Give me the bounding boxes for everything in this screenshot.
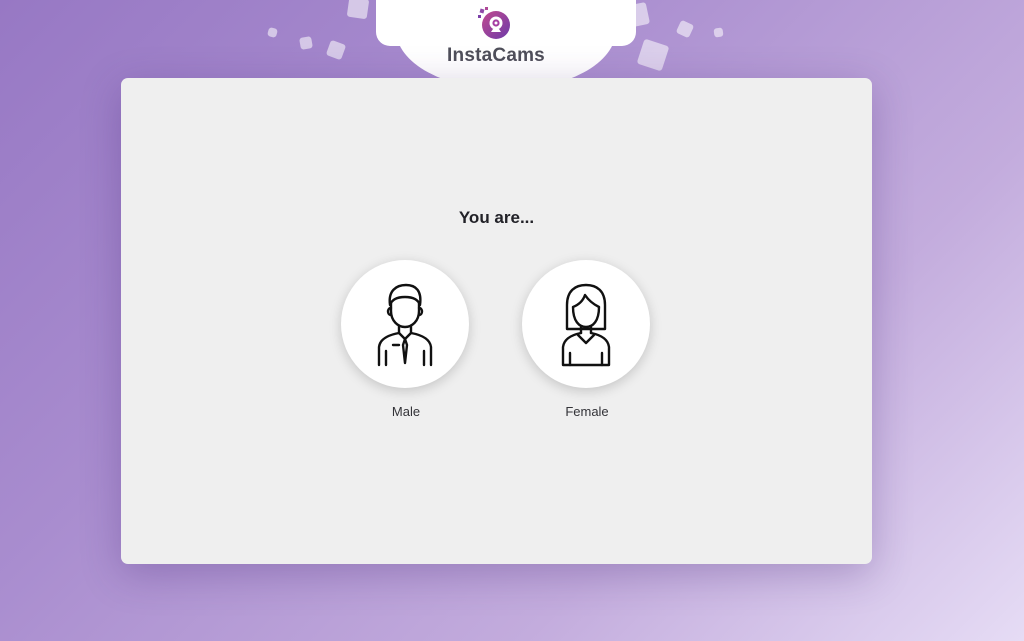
brand-name: InstaCams <box>447 45 545 66</box>
decorative-square <box>636 38 670 72</box>
male-option[interactable]: Male <box>341 260 471 420</box>
gender-question: You are... <box>458 208 535 227</box>
female-option[interactable]: Female <box>522 260 652 420</box>
decorative-square <box>266 26 279 39</box>
decorative-square <box>713 27 724 38</box>
decorative-square <box>325 39 347 61</box>
female-option-circle[interactable] <box>522 260 650 388</box>
woman-avatar-icon <box>561 283 611 367</box>
female-label[interactable]: Female <box>522 404 652 419</box>
webcam-icon <box>478 7 510 39</box>
male-option-circle[interactable] <box>341 260 469 388</box>
decorative-square <box>346 0 370 20</box>
decorative-square <box>299 36 313 50</box>
man-avatar-icon <box>377 283 433 367</box>
male-label[interactable]: Male <box>341 404 471 419</box>
signup-card: You are... Male Female <box>121 78 872 564</box>
decorative-square <box>675 19 695 39</box>
